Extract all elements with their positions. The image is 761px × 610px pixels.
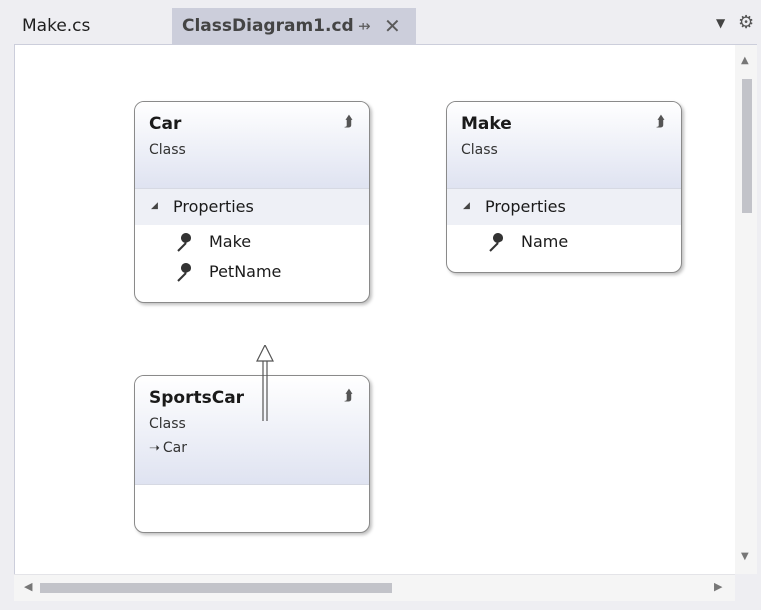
horizontal-scrollbar[interactable]: ◀ ▶ [14, 574, 735, 601]
tab-label: ClassDiagram1.cd [182, 16, 354, 36]
base-class-name: Car [162, 440, 188, 456]
class-kind: Class [149, 416, 186, 432]
gear-icon[interactable]: ⚙ [738, 12, 754, 33]
class-kind: Class [461, 142, 498, 158]
class-shape-make[interactable]: Make Class ⮭ ◢ Properties Name [446, 101, 682, 273]
section-label: Properties [173, 197, 254, 216]
expander-triangle-icon[interactable]: ◢ [151, 201, 158, 211]
properties-section[interactable]: ◢ Properties [447, 188, 681, 225]
class-name: Car [149, 114, 182, 134]
base-class: ➝ Car [149, 440, 187, 456]
member-name: Name [521, 232, 569, 251]
member-name: PetName [209, 262, 282, 281]
empty-member-area [135, 484, 369, 485]
collapse-icon[interactable]: ⮭ [344, 112, 353, 130]
close-icon[interactable]: ✕ [384, 8, 401, 44]
tab-class-diagram[interactable]: ClassDiagram1.cd ⇸ ✕ [172, 8, 416, 44]
chevron-down-icon[interactable]: ▼ [716, 16, 725, 30]
class-shape-car[interactable]: Car Class ⮭ ◢ Properties Make PetName [134, 101, 370, 303]
class-name: SportsCar [149, 388, 245, 408]
wrench-icon [489, 233, 503, 252]
wrench-icon [177, 233, 191, 252]
tab-label: Make.cs [22, 16, 91, 36]
vertical-scrollbar[interactable]: ▲ ▼ [735, 44, 757, 575]
scroll-down-arrow-icon[interactable]: ▼ [741, 551, 749, 562]
scroll-left-arrow-icon[interactable]: ◀ [24, 580, 32, 593]
tab-make-cs[interactable]: Make.cs [12, 8, 172, 44]
class-kind: Class [149, 142, 186, 158]
collapse-icon[interactable]: ⮭ [344, 386, 353, 404]
pin-icon[interactable]: ⇸ [358, 8, 371, 44]
scroll-right-arrow-icon[interactable]: ▶ [714, 580, 722, 593]
vertical-scroll-thumb[interactable] [742, 79, 752, 213]
wrench-icon [177, 263, 191, 282]
scroll-up-arrow-icon[interactable]: ▲ [741, 55, 749, 66]
expander-triangle-icon[interactable]: ◢ [463, 201, 470, 211]
section-label: Properties [485, 197, 566, 216]
scrollbar-corner [735, 574, 757, 600]
member-name: Make [209, 232, 252, 251]
class-name: Make [461, 114, 512, 134]
inheritance-arrow-icon: ➝ [149, 441, 160, 456]
class-shape-sportscar[interactable]: SportsCar Class ➝ Car ⮭ [134, 375, 370, 533]
properties-section[interactable]: ◢ Properties [135, 188, 369, 225]
class-diagram-canvas[interactable]: Car Class ⮭ ◢ Properties Make PetName Ma… [14, 44, 736, 575]
inheritance-connector[interactable] [253, 345, 277, 421]
document-tab-strip: Make.cs ClassDiagram1.cd ⇸ ✕ ▼ ⚙ [0, 0, 761, 44]
collapse-icon[interactable]: ⮭ [656, 112, 665, 130]
horizontal-scroll-thumb[interactable] [40, 583, 392, 593]
